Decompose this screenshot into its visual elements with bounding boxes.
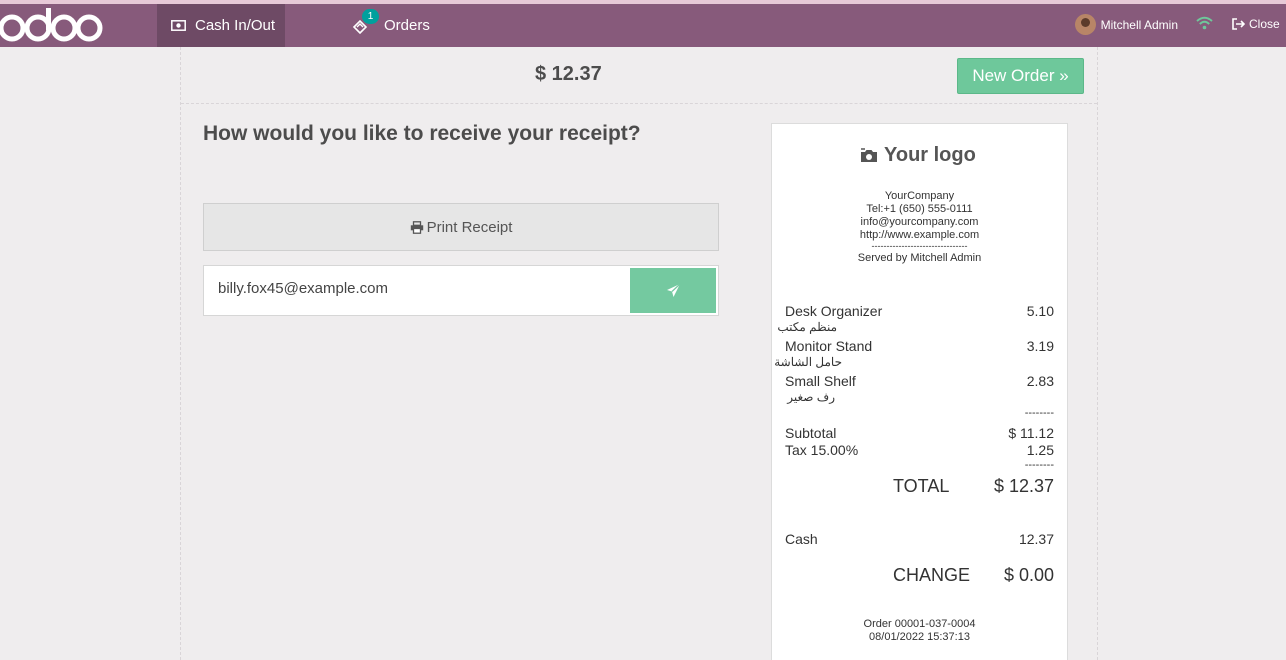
new-order-button[interactable]: New Order »	[957, 58, 1084, 94]
close-label: Close	[1249, 17, 1280, 31]
line-name-arabic: رف صغير	[787, 390, 835, 404]
orders-label: Orders	[384, 17, 430, 34]
company-name: YourCompany	[884, 190, 955, 202]
company-email: info@yourcompany.com	[860, 216, 979, 228]
cash-label: Cash	[785, 531, 818, 547]
change-label: CHANGE	[893, 565, 971, 585]
total-label: TOTAL	[893, 476, 950, 496]
header-separator: --------------------------------	[871, 241, 968, 251]
subtotal-value: $ 11.12	[1008, 425, 1054, 441]
navbar: Cash In/Out 1 Orders Mitchell Admin Clos…	[0, 4, 1286, 47]
change-value: $ 0.00	[1003, 565, 1054, 585]
close-button[interactable]: Close	[1232, 17, 1280, 31]
user-name: Mitchell Admin	[1100, 17, 1178, 32]
order-total: $ 12.37	[535, 63, 602, 85]
logo-text: Your logo	[884, 144, 976, 166]
line-name-arabic: منظم مكتب	[777, 320, 837, 334]
cash-in-out-button[interactable]: Cash In/Out	[157, 4, 285, 47]
receipt-header: YourCompany Tel:+1 (650) 555-0111 info@y…	[772, 190, 1067, 265]
line-name: Desk Organizer	[785, 303, 883, 319]
line-name-arabic: حامل الشاشة	[774, 355, 842, 369]
user-menu[interactable]: Mitchell Admin	[1074, 14, 1178, 35]
email-input[interactable]	[218, 280, 618, 297]
cash-value: 12.37	[1018, 531, 1054, 547]
receipt-top-bar: $ 12.37 New Order »	[181, 47, 1097, 104]
order-date: 08/01/2022 15:37:13	[869, 631, 970, 643]
company-phone: Tel:+1 (650) 555-0111	[866, 203, 973, 215]
line-name: Small Shelf	[785, 373, 856, 389]
receipt-footer: Order 00001-037-0004 08/01/2022 15:37:13	[772, 618, 1067, 644]
receipt-screen: $ 12.37 New Order » How would you like t…	[180, 47, 1098, 660]
camera-icon	[861, 148, 877, 162]
line-price: 5.10	[1026, 303, 1054, 319]
print-receipt-button[interactable]: Print Receipt	[203, 203, 719, 251]
receipt-preview: Your logo YourCompany Tel:+1 (650) 555-0…	[771, 123, 1068, 660]
wifi-icon	[1196, 16, 1213, 30]
odoo-logo[interactable]	[0, 8, 104, 44]
orders-count-badge: 1	[362, 8, 379, 24]
line-name: Monitor Stand	[785, 338, 873, 354]
email-field	[203, 265, 719, 316]
tax-label: Tax 15.00%	[785, 442, 859, 458]
receipt-question: How would you like to receive your recei…	[203, 122, 641, 145]
print-icon	[410, 220, 423, 234]
avatar	[1074, 14, 1096, 35]
tax-value: 1.25	[1026, 442, 1054, 458]
line-price: 3.19	[1026, 338, 1054, 354]
print-receipt-label: Print Receipt	[426, 218, 513, 236]
total-value: $ 12.37	[993, 476, 1054, 496]
orders-button[interactable]: 1 Orders	[352, 4, 452, 47]
subtotal-label: Subtotal	[785, 425, 837, 441]
money-icon	[171, 20, 186, 31]
cash-in-out-label: Cash In/Out	[195, 17, 276, 34]
total-separator: --------	[1024, 459, 1054, 471]
orders-icon: 1	[352, 8, 379, 34]
company-logo: Your logo	[860, 144, 976, 167]
send-email-button[interactable]	[630, 268, 716, 313]
line-price: 2.83	[1026, 373, 1054, 389]
sign-out-icon	[1232, 18, 1245, 30]
subtotal-separator: --------	[1024, 407, 1054, 419]
order-reference: Order 00001-037-0004	[863, 618, 976, 630]
served-by: Served by Mitchell Admin	[857, 252, 982, 264]
paper-plane-icon	[666, 283, 680, 297]
